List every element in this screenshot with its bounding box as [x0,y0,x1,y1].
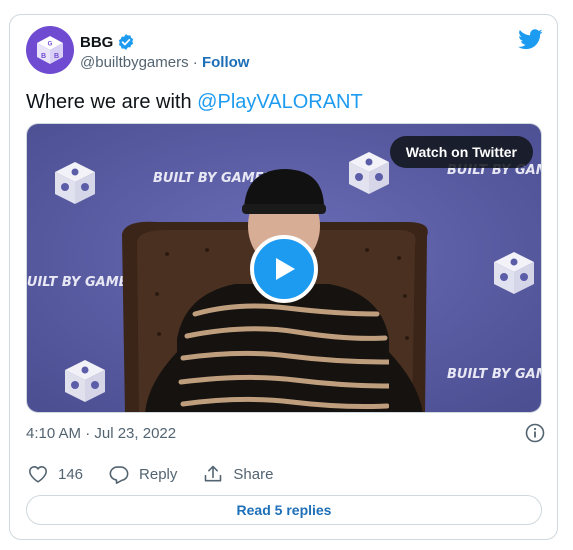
svg-text:B: B [41,53,46,60]
info-icon[interactable] [525,423,545,443]
video-thumbnail[interactable]: BUILT BY GAMERS BUILT BY GAMERS BUILT BY… [26,123,542,413]
reply-button[interactable]: Reply [109,465,177,484]
account-name-row: BBG [80,33,135,51]
play-button[interactable] [250,235,318,303]
like-count: 146 [58,465,84,483]
reply-label: Reply [139,465,178,483]
verified-badge-icon [119,34,134,50]
share-button[interactable]: Share [203,464,273,484]
follow-button[interactable]: Follow [202,54,250,71]
separator-dot: · [192,54,198,71]
mention-link[interactable]: @PlayVALORANT [197,91,363,113]
play-icon [276,258,295,280]
share-label: Share [233,465,274,483]
heart-icon [29,466,47,483]
account-handle-row: @builtbygamers · Follow [80,54,249,71]
svg-text:G: G [48,42,53,48]
svg-text:B: B [54,53,59,60]
bbg-dice-logo-icon: G B B [37,36,63,64]
account-name[interactable]: BBG [80,34,113,51]
watch-on-twitter-button[interactable]: Watch on Twitter [389,136,533,168]
svg-text:BUILT BY GAMERS: BUILT BY GAMERS [447,367,542,382]
read-replies-button[interactable]: Read 5 replies [26,495,542,525]
tweet-timestamp[interactable]: 4:10 AM · Jul 23, 2022 [26,425,176,442]
reply-bubble-icon [109,465,129,484]
avatar[interactable]: G B B [26,26,74,74]
tweet-actions: 146 Reply Share [28,464,299,484]
share-icon [205,465,222,482]
tweet-card: G B B BBG @builtbygamers · Follow Where … [9,14,558,540]
account-handle[interactable]: @builtbygamers [80,54,189,71]
tweet-text: Where we are with @PlayVALORANT [26,91,363,114]
like-button[interactable]: 146 [28,465,83,483]
tweet-text-prefix: Where we are with [26,91,198,113]
twitter-bird-icon[interactable] [518,29,543,50]
